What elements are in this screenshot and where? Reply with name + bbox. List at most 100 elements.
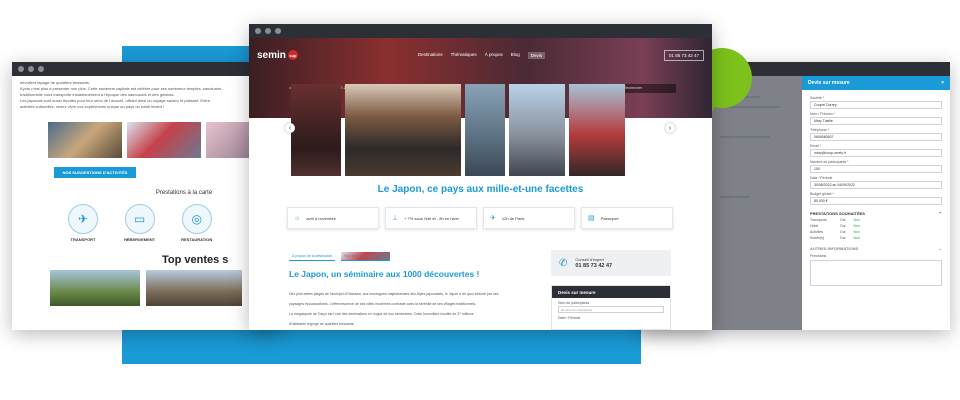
radio-yes[interactable]: Oui [840, 230, 845, 234]
prev-arrow-icon[interactable]: ‹ [285, 123, 295, 133]
participants-field[interactable]: 150 [810, 165, 942, 173]
photo-thumbnails [48, 122, 280, 158]
gallery-image[interactable] [569, 84, 625, 176]
field-label: Société * [810, 96, 825, 100]
participants-input[interactable]: Nombre de participants [558, 306, 664, 313]
nav-destinations[interactable]: Destinations [418, 52, 443, 59]
radio-yes[interactable]: Oui [840, 224, 845, 228]
radio-yes[interactable]: Oui [840, 218, 845, 222]
destination-photo[interactable] [50, 270, 140, 306]
phone-field[interactable]: 0606060607 [810, 133, 942, 141]
chevron-up-icon: ⌃ [938, 211, 942, 216]
quote-title: Devis sur mesure [552, 286, 670, 298]
thumbnail-image[interactable] [127, 122, 201, 158]
titlebar [249, 24, 712, 38]
service-transport[interactable]: ✈ TRANSPORT [68, 204, 98, 242]
content-tabs: À propos de la destination Nos suggestio… [289, 252, 390, 261]
radio-no[interactable]: Non [853, 218, 859, 222]
gallery-image[interactable] [345, 84, 461, 176]
radio-yes[interactable]: Oui [840, 236, 845, 240]
service-name: Activités [810, 230, 824, 234]
quote-form: Société * Coopel Dorrey Nom / Prénom * M… [802, 90, 950, 289]
service-hebergement[interactable]: ▭ HÉBERGEMENT [124, 204, 155, 242]
card-text: avril à novembre [306, 215, 336, 221]
nav-thematiques[interactable]: Thématiques [451, 52, 477, 59]
page-title: Le Japon, ce pays aux mille-et-une facet… [377, 184, 584, 195]
destination-photo[interactable] [146, 270, 242, 306]
left-browser-window: dévoilent tapage de quartiers tressants.… [12, 62, 280, 330]
window-dot [18, 66, 24, 72]
article-paragraph: paysages époustouflants. L'effervescence… [289, 302, 477, 306]
field-label: Date / Période [810, 176, 833, 180]
name-field[interactable]: Mary Tulelle [810, 117, 942, 125]
next-arrow-icon[interactable]: › [665, 123, 675, 133]
window-dot [275, 28, 281, 34]
card-text: + 7% sous l'été et - 8h en hiver [404, 215, 460, 221]
field-label: Téléphone * [810, 128, 829, 132]
article-paragraph: d'habitants regorge de quartiers tressan… [289, 322, 355, 326]
radio-no[interactable]: Non [853, 224, 859, 228]
tab-suggestions[interactable]: Nos suggestions d'activités [341, 252, 390, 261]
specific-section-title[interactable]: AUTRES INFORMATIONS ⌄ [810, 246, 942, 251]
expert-phone: 01 85 73 42 47 [575, 263, 613, 269]
info-cards: ☼ avril à novembre ⊥ + 7% sous l'été et - … [287, 207, 673, 229]
radio-no[interactable]: Non [853, 236, 859, 240]
tab-a-propos[interactable]: À propos de la destination [289, 252, 336, 261]
company-field[interactable]: Coopel Dorrey [810, 101, 942, 109]
service-label: RESTAURATION [181, 237, 213, 242]
card-text: Passeport [600, 215, 619, 221]
info-card: ✈ 12h de Paris [483, 207, 575, 229]
service-name: Soirée(s) [810, 236, 825, 240]
close-icon[interactable]: × [941, 80, 944, 86]
radio-no[interactable]: Non [853, 230, 859, 234]
field-label: Nom du participants [558, 301, 590, 305]
nav-blog[interactable]: Blog [511, 52, 520, 59]
info-card: ☼ avril à novembre [287, 207, 379, 229]
service-name: Transports [810, 218, 827, 222]
expert-label: Conseil d'expert [575, 257, 604, 262]
thermometer-icon: ⊥ [392, 215, 399, 222]
intro-text: dévoilent tapage de quartiers tressants.… [12, 76, 280, 114]
card-text: 12h de Paris [501, 215, 525, 221]
budget-field[interactable]: 80 000 € [810, 197, 942, 205]
logo-text: semin [257, 49, 286, 61]
field-label: Précisions [810, 254, 827, 258]
window-dot [255, 28, 261, 34]
thumbnail-image[interactable] [48, 122, 122, 158]
service-label: TRANSPORT [70, 237, 96, 242]
main-menu: Destinations Thématiques À propos Blog D… [418, 51, 545, 59]
article-paragraph: La mégalopole de Tokyo est l'une des des… [289, 312, 474, 316]
field-label: Email * [810, 144, 822, 148]
gallery-image[interactable] [465, 84, 505, 176]
email-field[interactable]: mary@coop-orrety.fr [810, 149, 942, 157]
field-label: Date / Période [558, 316, 581, 320]
nav-devis[interactable]: Devis [527, 51, 545, 59]
phone-button[interactable]: 01 85 73 42 47 [663, 49, 704, 61]
plate-icon: ◎ [181, 204, 212, 234]
plane-icon: ✈ [490, 215, 496, 222]
info-card: ▤ Passeport [581, 207, 673, 229]
date-field[interactable]: 30/08/2022 au 04/09/2022 [810, 181, 942, 189]
center-browser-window: semin sup Destinations Thématiques À pro… [249, 24, 712, 330]
suggestions-button[interactable]: NOS SUGGESTIONS D'ACTIVITÉS [54, 167, 136, 178]
expert-box[interactable]: ✆ Conseil d'expert 01 85 73 42 47 [551, 250, 671, 276]
quote-panel: Devis sur mesure × Société * Coopel Dorr… [802, 76, 950, 330]
phone-icon: ✆ [559, 257, 568, 269]
field-label: Budget global * [810, 192, 834, 196]
message-textarea[interactable] [810, 260, 942, 286]
service-restauration[interactable]: ◎ RESTAURATION [181, 204, 212, 242]
gallery-image[interactable] [509, 84, 565, 176]
article-title: Le Japon, un séminaire aux 1000 découver… [289, 269, 480, 279]
article-paragraph: Des plus belles plages de l'archipel d'O… [289, 292, 499, 296]
services-section-title[interactable]: PRESTATIONS SOUHAITÉES ⌃ [810, 211, 942, 216]
service-row: Activités Oui Non [810, 230, 942, 234]
nav-a-propos[interactable]: À propos [485, 52, 503, 59]
info-card: ⊥ + 7% sous l'été et - 8h en hiver [385, 207, 477, 229]
gallery-image[interactable] [291, 84, 341, 176]
section-label: AUTRES INFORMATIONS [810, 246, 859, 251]
site-logo[interactable]: semin sup [257, 50, 298, 61]
chevron-down-icon: ⌄ [938, 246, 942, 251]
intro-line: activités culturelles, venez vivre vos e… [20, 104, 165, 109]
expert-text: Conseil d'expert 01 85 73 42 47 [575, 257, 612, 269]
window-dot [265, 28, 271, 34]
